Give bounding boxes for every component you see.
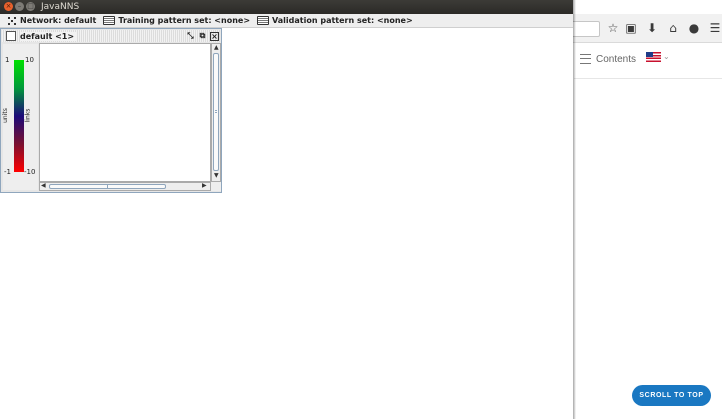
- menu-icon[interactable]: ☰: [708, 21, 722, 35]
- units-max-label: 1: [5, 56, 10, 64]
- training-label: Training pattern set: <none>: [118, 16, 251, 25]
- horizontal-scrollbar[interactable]: ◀ ▶: [39, 182, 211, 191]
- status-bar: Network: default Training pattern set: <…: [0, 14, 573, 28]
- window-shadow: [573, 0, 576, 419]
- links-max-label: 10: [25, 56, 34, 64]
- javanns-window: × – □ JavaNNS Network: default Training …: [0, 0, 573, 419]
- frame-titlebar[interactable]: default <1> ⤡ ⧉ ×: [2, 30, 220, 42]
- close-icon[interactable]: ×: [210, 32, 219, 41]
- color-legend: 1 10 -1 -10 units links: [1, 44, 38, 190]
- clipboard-icon[interactable]: ▣: [624, 21, 638, 35]
- units-min-label: -1: [4, 168, 11, 176]
- pattern-set-icon: [103, 16, 116, 25]
- iconify-icon[interactable]: ⤡: [186, 32, 195, 40]
- maximize-icon[interactable]: ⧉: [198, 32, 207, 40]
- home-icon[interactable]: ⌂: [666, 21, 680, 35]
- links-min-label: -10: [24, 168, 36, 176]
- network-icon: [8, 16, 17, 25]
- contents-menu[interactable]: Contents: [580, 52, 636, 66]
- pattern-set-icon: [257, 16, 270, 25]
- close-window-button[interactable]: ×: [4, 2, 13, 11]
- chat-icon[interactable]: ●: [687, 21, 701, 35]
- network-label: Network: default: [20, 16, 97, 25]
- hamburger-icon: [580, 54, 591, 64]
- star-icon[interactable]: ☆: [606, 21, 620, 35]
- chevron-down-icon[interactable]: ⌄: [663, 52, 670, 61]
- network-status: Network: default: [8, 16, 96, 25]
- links-axis-label: links: [24, 108, 32, 123]
- network-view-frame[interactable]: default <1> ⤡ ⧉ × 1 10 -1 -10 units link…: [0, 28, 222, 193]
- contents-label: Contents: [596, 53, 637, 65]
- vertical-scrollbar[interactable]: ▲ ▼: [211, 43, 221, 182]
- horizontal-scroll-thumb[interactable]: [49, 184, 166, 189]
- color-scale-bar: [14, 60, 24, 172]
- minimize-window-button[interactable]: –: [15, 2, 24, 11]
- scroll-down-icon[interactable]: ▼: [214, 173, 219, 179]
- us-flag-icon[interactable]: [646, 52, 661, 62]
- scroll-left-icon[interactable]: ◀: [41, 183, 46, 189]
- validation-label: Validation pattern set: <none>: [272, 16, 413, 25]
- scroll-right-icon[interactable]: ▶: [202, 183, 207, 189]
- maximize-window-button[interactable]: □: [26, 2, 35, 11]
- training-status: Training pattern set: <none>: [103, 16, 250, 25]
- frame-title: default <1>: [20, 31, 77, 41]
- network-canvas[interactable]: [39, 43, 211, 182]
- validation-status: Validation pattern set: <none>: [257, 16, 413, 25]
- scroll-up-icon[interactable]: ▲: [214, 45, 219, 51]
- units-axis-label: units: [1, 108, 9, 123]
- scroll-to-top-button[interactable]: SCROLL TO TOP: [632, 385, 711, 406]
- scroll-corner: [211, 182, 221, 191]
- window-title: JavaNNS: [41, 2, 80, 12]
- frame-icon: [6, 31, 16, 41]
- download-icon[interactable]: ⬇: [645, 21, 659, 35]
- vertical-scroll-thumb[interactable]: [213, 53, 219, 171]
- window-titlebar: × – □ JavaNNS: [0, 0, 573, 14]
